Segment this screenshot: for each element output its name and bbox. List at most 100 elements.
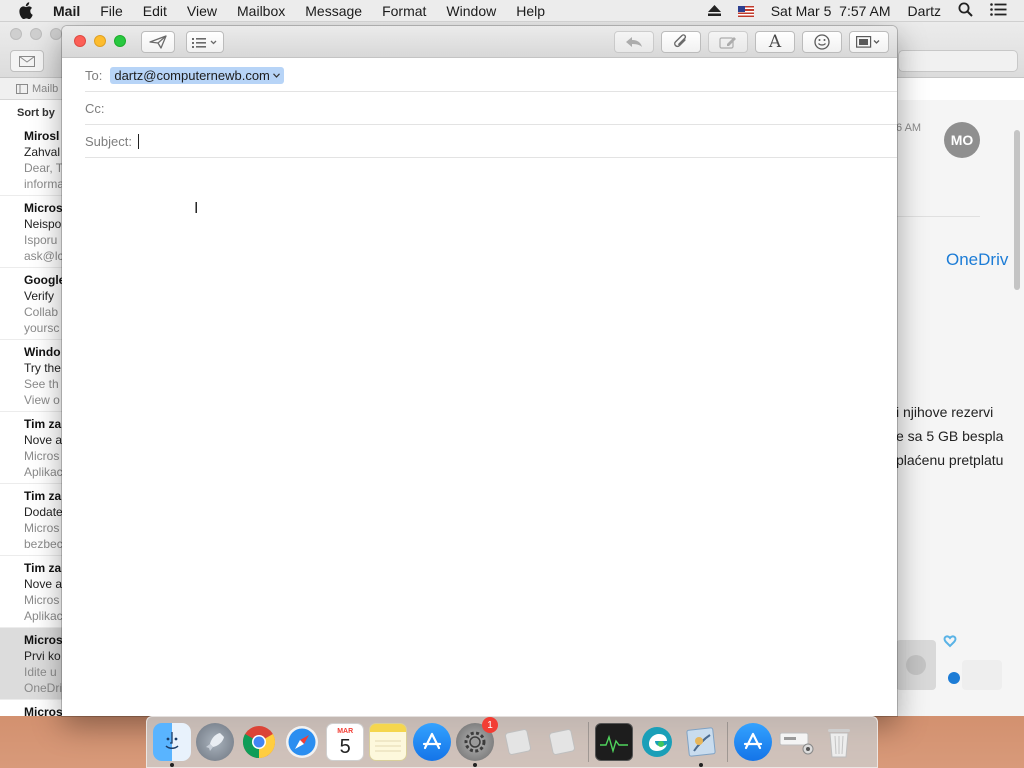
us-flag-icon[interactable]: [737, 5, 754, 17]
viewer-close-button[interactable]: [10, 28, 22, 40]
minimize-button[interactable]: [94, 35, 106, 47]
viewer-zoom-button[interactable]: [50, 28, 62, 40]
calendar-icon[interactable]: MAR 5: [326, 723, 365, 761]
sort-by-label[interactable]: Sort by: [0, 102, 62, 124]
chrome-icon[interactable]: [240, 723, 278, 761]
system-preferences-icon[interactable]: 1: [456, 717, 499, 767]
finder-icon[interactable]: [153, 723, 191, 767]
menubar-clock[interactable]: Sat Mar 5 7:57 AM: [771, 3, 891, 19]
message-subject: Prvi ko: [24, 649, 61, 663]
safari-icon[interactable]: [283, 723, 321, 761]
message-subject: Dodate: [24, 505, 62, 519]
list-item[interactable]: Micros Neispo Isporu ask@lc: [0, 196, 62, 268]
message-preview: bezbec: [24, 537, 62, 551]
format-fonts-button[interactable]: A: [755, 31, 795, 53]
activity-monitor-icon[interactable]: [594, 723, 633, 761]
recipient-token[interactable]: dartz@computernewb.com: [110, 66, 284, 84]
menu-file[interactable]: File: [100, 3, 123, 19]
scrollbar-thumb[interactable]: [1014, 130, 1020, 290]
generic-app-icon[interactable]: [499, 723, 537, 761]
dock-separator: [726, 722, 728, 762]
menu-bar: Mail File Edit View Mailbox Message Form…: [0, 0, 1024, 22]
get-mail-icon[interactable]: [10, 50, 44, 72]
message-body-line: plaćenu pretplatu: [896, 452, 1004, 468]
attach-button[interactable]: [661, 31, 701, 53]
onedrive-illustration-icon: [896, 635, 1002, 690]
menubar-user[interactable]: Dartz: [908, 3, 941, 19]
list-item[interactable]: Windo Try the See th View o: [0, 340, 62, 412]
emoji-icon: [814, 34, 830, 50]
cc-label: Cc:: [85, 100, 105, 116]
documents-stack-icon[interactable]: [777, 723, 815, 761]
menu-app-name[interactable]: Mail: [53, 3, 80, 19]
zoom-button[interactable]: [114, 35, 126, 47]
header-fields-button[interactable]: [186, 31, 224, 53]
divider: [896, 216, 980, 217]
message-sender: Tim za: [24, 561, 62, 575]
message-preview: Micros: [24, 593, 60, 607]
control-center-icon[interactable]: [990, 3, 1007, 19]
menu-edit[interactable]: Edit: [143, 3, 167, 19]
calendar-month: MAR: [337, 727, 354, 735]
message-sender: Google: [24, 273, 62, 287]
message-subject: Nove a: [24, 577, 62, 591]
list-item[interactable]: Micros Prvi ko Idite u OneDri: [0, 628, 62, 700]
to-label: To:: [85, 67, 103, 83]
menu-view[interactable]: View: [187, 3, 217, 19]
onedrive-link[interactable]: OneDriv: [946, 250, 1008, 270]
mailboxes-label: Mailb: [32, 82, 59, 95]
list-item[interactable]: Micros: [0, 700, 62, 768]
message-body-editor[interactable]: [62, 159, 897, 716]
chevron-down-icon[interactable]: [272, 72, 280, 78]
edge-icon[interactable]: [638, 723, 676, 761]
menu-mailbox[interactable]: Mailbox: [237, 3, 285, 19]
app-store-downloads-icon[interactable]: [733, 723, 772, 761]
message-subject: Verify: [24, 289, 55, 303]
markup-button[interactable]: [708, 31, 748, 53]
subject-field-row[interactable]: Subject:: [85, 125, 897, 158]
message-preview: Collab: [24, 305, 59, 319]
apple-icon[interactable]: [18, 0, 38, 22]
list-item[interactable]: Google Verify Collab yoursc: [0, 268, 62, 340]
dock: MAR 5 1: [146, 716, 878, 768]
viewer-search-field[interactable]: [898, 50, 1018, 72]
attach-icon: [674, 34, 687, 48]
reader-scrollbar[interactable]: [1014, 100, 1020, 716]
list-item[interactable]: Tim za Nove a Micros Aplikac: [0, 556, 62, 628]
close-button[interactable]: [74, 35, 86, 47]
app-store-icon[interactable]: [412, 723, 451, 761]
send-button[interactable]: [141, 31, 175, 53]
menu-message[interactable]: Message: [305, 3, 362, 19]
trash-icon[interactable]: [820, 723, 858, 761]
to-field-row[interactable]: To: dartz@computernewb.com: [85, 59, 897, 92]
mailboxes-toggle[interactable]: Mailb: [0, 78, 62, 100]
message-sender: Micros: [24, 201, 62, 215]
dock-separator: [587, 722, 589, 762]
eject-icon[interactable]: [707, 3, 721, 19]
list-item[interactable]: Tim za Nove a Micros Aplikac: [0, 412, 62, 484]
list-item[interactable]: Mirosl Zahval Dear, T informa: [0, 124, 62, 196]
reply-button[interactable]: [614, 31, 654, 53]
cc-field-row[interactable]: Cc:: [85, 92, 897, 125]
message-subject: Neispo: [24, 217, 62, 231]
message-sender: Micros: [24, 633, 62, 647]
calendar-day: 5: [339, 735, 351, 758]
menu-format[interactable]: Format: [382, 3, 426, 19]
photo-browser-button[interactable]: [849, 31, 889, 53]
menu-window[interactable]: Window: [446, 3, 496, 19]
generic-app-icon-2[interactable]: [543, 723, 581, 761]
sidebar-icon: [16, 83, 28, 94]
launchpad-icon[interactable]: [196, 723, 235, 761]
spotlight-search-icon[interactable]: [958, 2, 973, 20]
mail-icon[interactable]: [682, 723, 720, 767]
running-indicator: [473, 763, 478, 767]
menu-help[interactable]: Help: [516, 3, 545, 19]
message-preview: Aplikac: [24, 609, 62, 623]
notes-icon[interactable]: [369, 723, 408, 761]
running-indicator: [698, 763, 703, 767]
subject-label: Subject:: [85, 133, 132, 149]
list-item[interactable]: Tim za Dodate Micros bezbec: [0, 484, 62, 556]
viewer-minimize-button[interactable]: [30, 28, 42, 40]
message-sender: Micros: [24, 705, 62, 719]
emoji-button[interactable]: [802, 31, 842, 53]
